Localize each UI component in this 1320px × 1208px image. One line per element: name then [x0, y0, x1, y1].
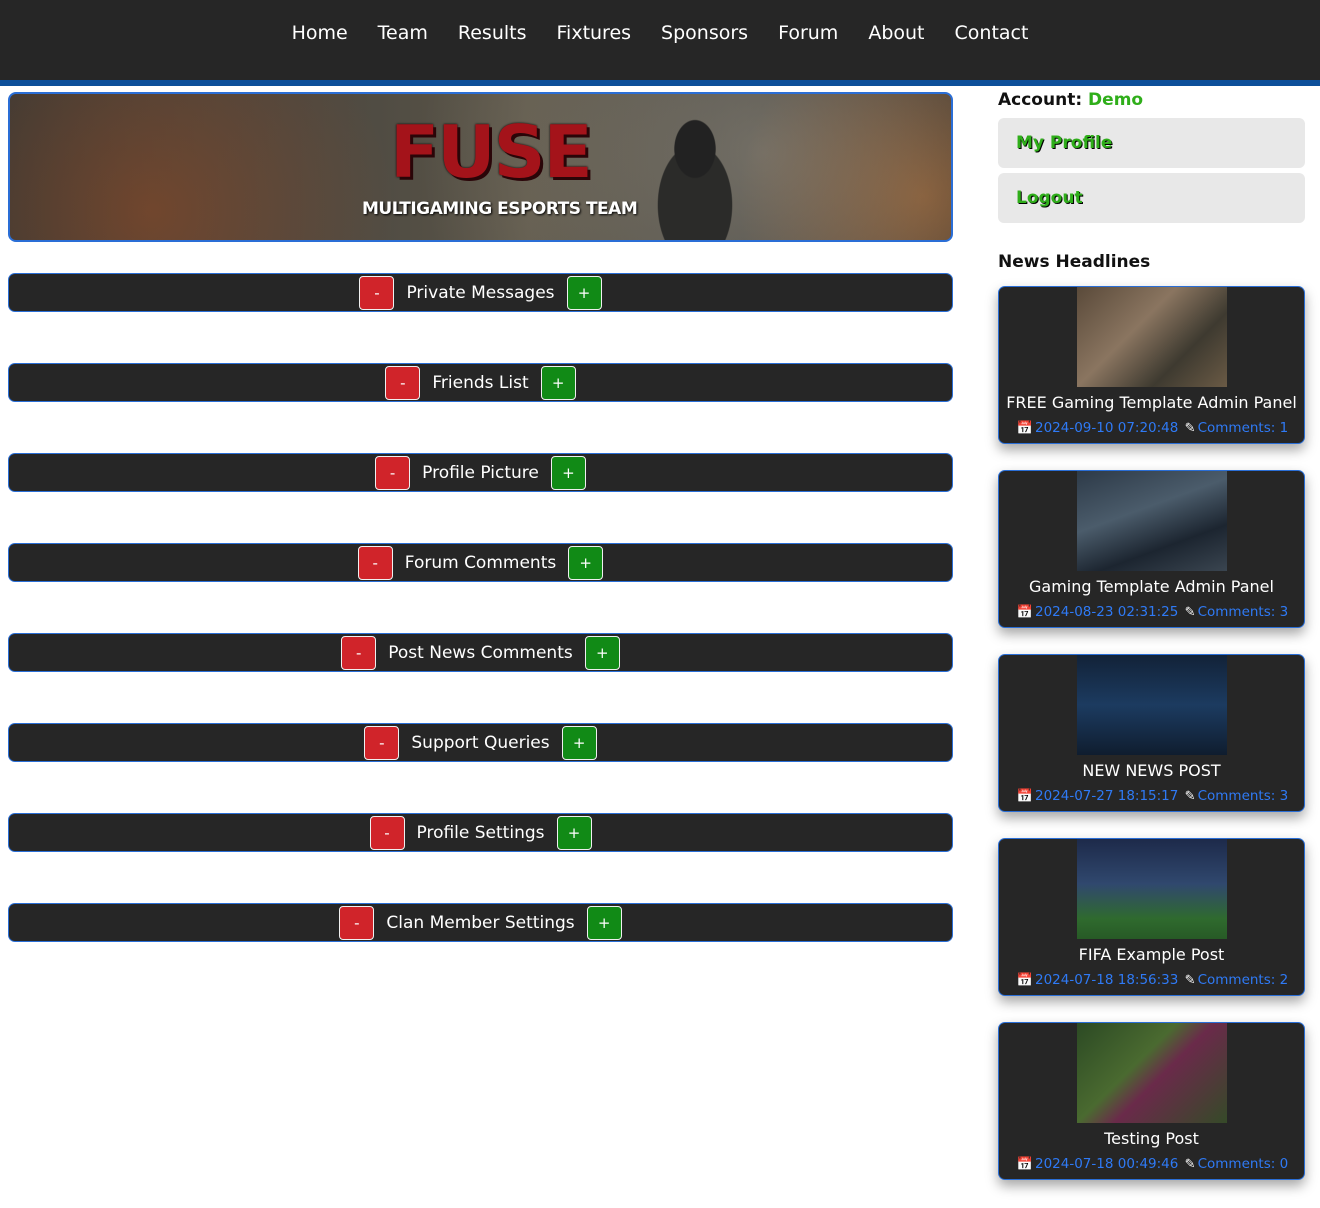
edit-icon: ✎ [1184, 605, 1196, 620]
news-date: 2024-08-23 02:31:25 [1034, 604, 1179, 620]
news-meta: 📅 2024-07-27 18:15:17 ✎ Comments: 3 [999, 788, 1304, 804]
news-headlines-title: News Headlines [998, 252, 1151, 272]
banner-tagline: MULTIGAMING ESPORTS TEAM [362, 199, 638, 219]
nav-home[interactable]: Home [277, 22, 363, 44]
news-comments[interactable]: Comments: 3 [1198, 788, 1289, 804]
section-post-news-comments: - Post News Comments + [8, 633, 953, 672]
edit-icon: ✎ [1184, 973, 1196, 988]
calendar-icon: 📅 [1016, 1157, 1033, 1172]
news-thumbnail[interactable] [1076, 655, 1227, 755]
section-label: Profile Picture [422, 462, 539, 483]
news-title[interactable]: Gaming Template Admin Panel [999, 577, 1304, 596]
expand-button[interactable]: + [561, 725, 597, 760]
news-title[interactable]: Testing Post [999, 1129, 1304, 1148]
news-date: 2024-07-18 00:49:46 [1034, 1156, 1179, 1172]
sidebar: Account: Demo My Profile Logout News Hea… [998, 88, 1305, 1206]
news-date: 2024-07-27 18:15:17 [1034, 788, 1179, 804]
news-date: 2024-09-10 07:20:48 [1034, 420, 1179, 436]
top-navigation: Home Team Results Fixtures Sponsors Foru… [0, 0, 1320, 86]
collapse-button[interactable]: - [364, 725, 400, 760]
calendar-icon: 📅 [1016, 605, 1033, 620]
edit-icon: ✎ [1184, 421, 1196, 436]
news-card[interactable]: FREE Gaming Template Admin Panel 📅 2024-0… [998, 286, 1305, 444]
section-private-messages: - Private Messages + [8, 273, 953, 312]
nav-team[interactable]: Team [363, 22, 443, 44]
news-title[interactable]: FIFA Example Post [999, 945, 1304, 964]
expand-button[interactable]: + [540, 365, 576, 400]
news-thumbnail[interactable] [1076, 839, 1227, 939]
news-title[interactable]: FREE Gaming Template Admin Panel [999, 393, 1304, 412]
nav-about[interactable]: About [853, 22, 939, 44]
section-profile-picture: - Profile Picture + [8, 453, 953, 492]
soldier-artwork [630, 100, 760, 240]
section-clan-member-settings: - Clan Member Settings + [8, 903, 953, 942]
collapse-button[interactable]: - [359, 275, 395, 310]
account-name: Demo [1088, 90, 1144, 110]
news-comments[interactable]: Comments: 2 [1198, 972, 1289, 988]
news-card[interactable]: FIFA Example Post 📅 2024-07-18 18:56:33 ✎… [998, 838, 1305, 996]
my-profile-link[interactable]: My Profile [998, 118, 1305, 168]
news-thumbnail[interactable] [1076, 1023, 1227, 1123]
account-sections: - Private Messages + - Friends List + - … [8, 273, 953, 993]
nav-contact[interactable]: Contact [940, 22, 1044, 44]
expand-button[interactable]: + [568, 545, 604, 580]
expand-button[interactable]: + [556, 815, 592, 850]
section-profile-settings: - Profile Settings + [8, 813, 953, 852]
edit-icon: ✎ [1184, 1157, 1196, 1172]
nav-sponsors[interactable]: Sponsors [646, 22, 763, 44]
news-meta: 📅 2024-07-18 18:56:33 ✎ Comments: 2 [999, 972, 1304, 988]
section-label: Support Queries [411, 732, 550, 753]
collapse-button[interactable]: - [357, 545, 393, 580]
expand-button[interactable]: + [550, 455, 586, 490]
section-label: Friends List [432, 372, 529, 393]
collapse-button[interactable]: - [339, 905, 375, 940]
news-comments[interactable]: Comments: 1 [1198, 420, 1289, 436]
news-card[interactable]: NEW NEWS POST 📅 2024-07-27 18:15:17 ✎ Comm… [998, 654, 1305, 812]
nav-results[interactable]: Results [443, 22, 542, 44]
section-label: Post News Comments [388, 642, 573, 663]
news-thumbnail[interactable] [1076, 287, 1227, 387]
nav-menu: Home Team Results Fixtures Sponsors Foru… [0, 0, 1320, 44]
section-forum-comments: - Forum Comments + [8, 543, 953, 582]
section-label: Forum Comments [404, 552, 557, 573]
expand-button[interactable]: + [586, 905, 622, 940]
collapse-button[interactable]: - [385, 365, 421, 400]
expand-button[interactable]: + [566, 275, 602, 310]
news-meta: 📅 2024-08-23 02:31:25 ✎ Comments: 3 [999, 604, 1304, 620]
logout-link[interactable]: Logout [998, 173, 1305, 223]
collapse-button[interactable]: - [341, 635, 377, 670]
nav-fixtures[interactable]: Fixtures [542, 22, 647, 44]
calendar-icon: 📅 [1016, 973, 1033, 988]
section-friends-list: - Friends List + [8, 363, 953, 402]
expand-button[interactable]: + [584, 635, 620, 670]
news-title[interactable]: NEW NEWS POST [999, 761, 1304, 780]
section-label: Clan Member Settings [386, 912, 575, 933]
calendar-icon: 📅 [1016, 421, 1033, 436]
edit-icon: ✎ [1184, 789, 1196, 804]
news-meta: 📅 2024-09-10 07:20:48 ✎ Comments: 1 [999, 420, 1304, 436]
account-label: Account: [998, 90, 1083, 110]
collapse-button[interactable]: - [375, 455, 411, 490]
news-thumbnail[interactable] [1076, 471, 1227, 571]
account-info: Account: Demo [998, 90, 1305, 118]
fuse-logo: FUSE [390, 110, 593, 194]
news-card[interactable]: Testing Post 📅 2024-07-18 00:49:46 ✎ Comme… [998, 1022, 1305, 1180]
news-date: 2024-07-18 18:56:33 [1034, 972, 1179, 988]
team-banner: FUSE MULTIGAMING ESPORTS TEAM [8, 92, 953, 242]
news-comments[interactable]: Comments: 3 [1198, 604, 1289, 620]
news-meta: 📅 2024-07-18 00:49:46 ✎ Comments: 0 [999, 1156, 1304, 1172]
news-card[interactable]: Gaming Template Admin Panel 📅 2024-08-23 … [998, 470, 1305, 628]
section-support-queries: - Support Queries + [8, 723, 953, 762]
nav-forum[interactable]: Forum [763, 22, 853, 44]
section-label: Profile Settings [416, 822, 545, 843]
calendar-icon: 📅 [1016, 789, 1033, 804]
section-label: Private Messages [406, 282, 555, 303]
collapse-button[interactable]: - [369, 815, 405, 850]
news-comments[interactable]: Comments: 0 [1198, 1156, 1289, 1172]
